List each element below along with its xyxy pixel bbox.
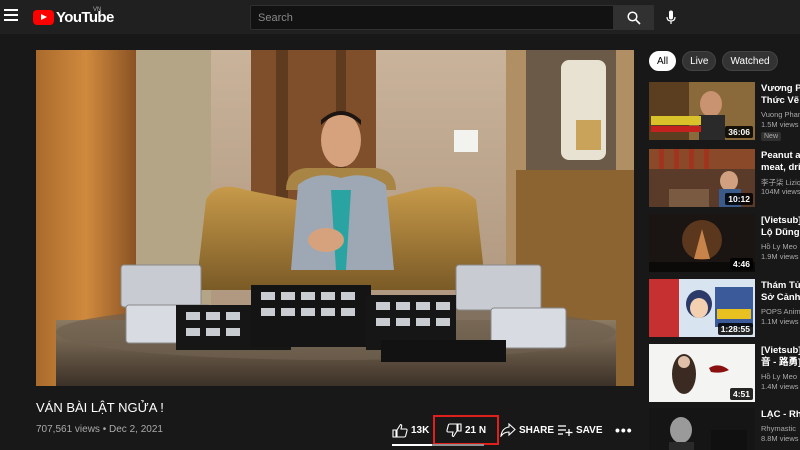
view-count: 1.9M views: [761, 252, 799, 261]
chip-all[interactable]: All: [649, 51, 677, 71]
view-count: 104M views: [761, 187, 800, 196]
filter-chips: All Live Watched: [649, 51, 778, 71]
view-count: 1.4M views: [761, 382, 799, 391]
chip-watched[interactable]: Watched: [722, 51, 778, 71]
thumbs-down-icon: [446, 422, 462, 437]
channel-name[interactable]: Vuong Pham: [761, 110, 800, 119]
upload-date: Dec 2, 2021: [109, 424, 163, 435]
recommendation-item[interactable]: 1:28:55 Thám TửSở Cảnh S POPS Anim 1.1M …: [649, 279, 800, 337]
channel-name[interactable]: POPS Anim: [761, 307, 800, 316]
like-button[interactable]: 13K: [392, 419, 436, 441]
new-badge: New: [761, 132, 782, 141]
thumbnail-image: [649, 408, 755, 450]
recommendation-item[interactable]: 36:06 Vương PhThức Vẽ C Vuong Pham 1.5M …: [649, 82, 800, 141]
video-duration: 4:46: [729, 258, 753, 270]
video-thumbnail[interactable]: [649, 408, 755, 450]
youtube-play-icon: [33, 9, 54, 25]
like-count: 13K: [411, 424, 430, 436]
hamburger-menu-icon[interactable]: [4, 9, 18, 21]
channel-name[interactable]: Rhymastic: [761, 424, 800, 433]
recommendation-title: Vương PhThức Vẽ C: [761, 83, 800, 106]
recommendation-title: Thám TửSở Cảnh S: [761, 280, 800, 303]
share-icon: [500, 423, 516, 437]
dislike-count: 21 N: [464, 424, 487, 436]
recommendation-item[interactable]: 10:12 Peanut anmeat, drie 李子柒 Liziq 104M…: [649, 149, 800, 207]
recommendation-title: Peanut anmeat, drie: [761, 150, 800, 173]
video-frame: [36, 50, 634, 386]
video-meta: 707,561 views • Dec 2, 2021: [36, 424, 163, 435]
video-duration: 10:12: [725, 193, 753, 205]
microphone-icon: [666, 10, 676, 24]
recommendation-item[interactable]: 4:46 [Vietsub]Lộ Dũng [ Hồ Ly Meo 1.9M v…: [649, 214, 800, 272]
save-button[interactable]: SAVE: [557, 419, 603, 441]
search-box: [250, 5, 614, 30]
thumbs-up-icon: [392, 423, 408, 438]
dislike-button[interactable]: 21 N: [433, 415, 499, 445]
more-actions-button[interactable]: •••: [615, 419, 633, 441]
video-thumbnail[interactable]: 36:06: [649, 82, 755, 140]
voice-search-button[interactable]: [662, 7, 680, 27]
meta-separator: •: [102, 424, 107, 435]
youtube-logo[interactable]: YouTube: [33, 9, 114, 26]
video-thumbnail[interactable]: 1:28:55: [649, 279, 755, 337]
channel-name[interactable]: Hồ Ly Meo: [761, 242, 800, 251]
video-thumbnail[interactable]: 4:46: [649, 214, 755, 272]
recommendation-title: [Vietsub]Lộ Dũng [: [761, 215, 800, 238]
view-count: 8.8M views: [761, 434, 799, 443]
action-bar: 13K 21 N SHARE SAVE •••: [392, 415, 632, 445]
save-label: SAVE: [576, 424, 603, 436]
recommendation-title: [Vietsub] 音 - 路勇]: [761, 345, 800, 368]
share-button[interactable]: SHARE: [500, 419, 554, 441]
video-duration: 4:51: [729, 388, 753, 400]
channel-name[interactable]: Hồ Ly Meo: [761, 372, 800, 381]
sentiment-bar: [392, 444, 484, 446]
share-label: SHARE: [519, 424, 555, 436]
video-player[interactable]: [36, 50, 634, 386]
search-input[interactable]: [251, 6, 613, 29]
view-count: 707,561 views: [36, 424, 100, 435]
video-duration: 36:06: [725, 126, 753, 138]
recommendation-item[interactable]: LẠC - Rhy Rhymastic 8.8M views: [649, 408, 800, 450]
video-thumbnail[interactable]: 4:51: [649, 344, 755, 402]
country-code: VN: [93, 7, 102, 13]
view-count: 1.5M views: [761, 120, 799, 129]
recommendation-item[interactable]: 4:51 [Vietsub] 音 - 路勇] Hồ Ly Meo 1.4M vie…: [649, 344, 800, 402]
chip-live[interactable]: Live: [682, 51, 717, 71]
sentiment-bar-fill: [392, 444, 432, 446]
video-duration: 1:28:55: [717, 323, 753, 335]
video-title: VÁN BÀI LẬT NGỬA !: [36, 400, 164, 415]
video-thumbnail[interactable]: 10:12: [649, 149, 755, 207]
search-button[interactable]: [614, 5, 654, 30]
view-count: 1.1M views: [761, 317, 799, 326]
recommendation-title: LẠC - Rhy: [761, 409, 800, 420]
playlist-add-icon: [558, 425, 573, 436]
top-bar: YouTube VN: [0, 0, 800, 34]
search-icon: [627, 10, 641, 25]
